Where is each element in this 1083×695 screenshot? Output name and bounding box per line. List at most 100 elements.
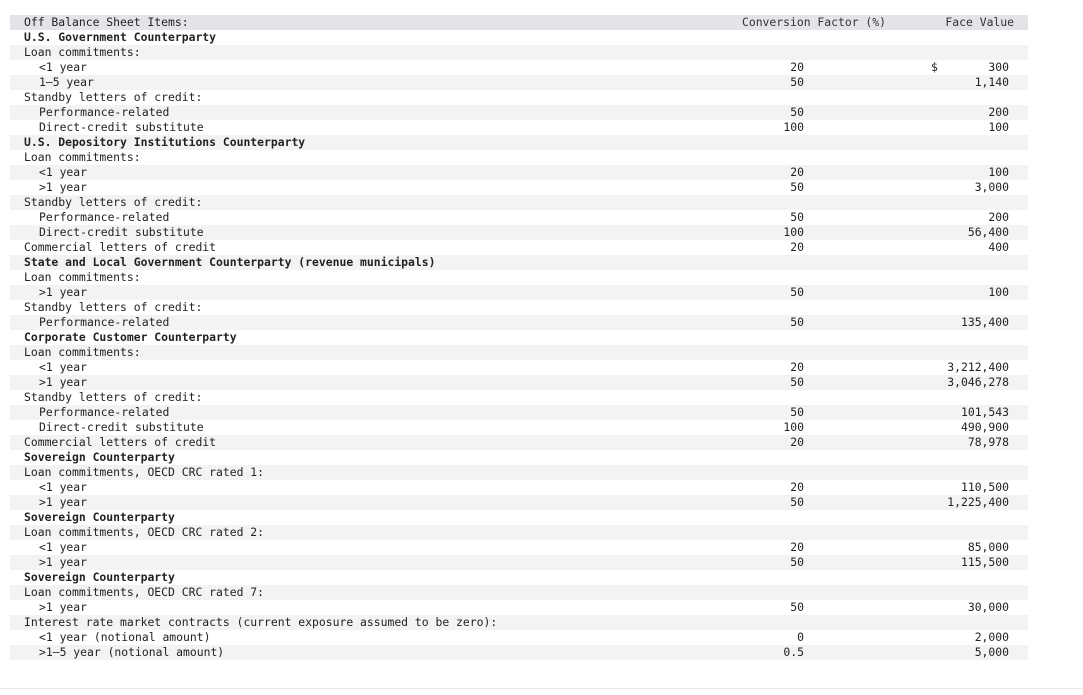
table-row: U.S. Government Counterparty xyxy=(10,30,1028,45)
table-body: U.S. Government Counterparty Loan commitm… xyxy=(10,30,1028,660)
conversion-factor-cell: 50 xyxy=(790,375,804,389)
table-row: Sovereign Counterparty xyxy=(10,570,1028,585)
table-row: Standby letters of credit: xyxy=(10,195,1028,210)
row-label: <1 year (notional amount) xyxy=(39,630,211,644)
currency-symbol: $ xyxy=(931,60,938,74)
table-row: Commercial letters of credit 20 400 xyxy=(10,240,1028,255)
table-row: Loan commitments: xyxy=(10,345,1028,360)
table-row: Standby letters of credit: xyxy=(10,390,1028,405)
conversion-factor-cell: 50 xyxy=(790,285,804,299)
conversion-factor-cell: 0 xyxy=(797,630,804,644)
conversion-factor-cell: 50 xyxy=(790,315,804,329)
row-label: Loan commitments, OECD CRC rated 1: xyxy=(24,465,265,479)
face-value-cell: 3,046,278 xyxy=(947,375,1009,389)
table-row: Performance-related 50 200 xyxy=(10,105,1028,120)
conversion-factor-cell: 20 xyxy=(790,165,804,179)
conversion-factor-cell: 20 xyxy=(790,540,804,554)
row-label: <1 year xyxy=(39,480,88,494)
conversion-factor-cell: 0.5 xyxy=(783,645,804,659)
table-row: Commercial letters of credit 20 78,978 xyxy=(10,435,1028,450)
row-label: Direct-credit substitute xyxy=(39,225,204,239)
table-row: Direct-credit substitute 100 56,400 xyxy=(10,225,1028,240)
row-label: >1 year xyxy=(39,285,88,299)
conversion-factor-cell: 100 xyxy=(783,225,804,239)
conversion-factor-cell: 100 xyxy=(783,120,804,134)
face-value-cell: 101,543 xyxy=(960,405,1009,419)
row-label: Loan commitments: xyxy=(24,45,141,59)
face-value-cell: 200 xyxy=(988,210,1009,224)
table-row: Sovereign Counterparty xyxy=(10,450,1028,465)
face-value-cell: 100 xyxy=(988,285,1009,299)
table-row: Direct-credit substitute 100 100 xyxy=(10,120,1028,135)
face-value-cell: 490,900 xyxy=(960,420,1009,434)
face-value-cell: 1,225,400 xyxy=(947,495,1009,509)
table-row: U.S. Depository Institutions Counterpart… xyxy=(10,135,1028,150)
table-row: Corporate Customer Counterparty xyxy=(10,330,1028,345)
face-value-cell: 135,400 xyxy=(960,315,1009,329)
face-value-cell: 5,000 xyxy=(974,645,1009,659)
face-value-cell: 3,212,400 xyxy=(947,360,1009,374)
table-row: Loan commitments, OECD CRC rated 1: xyxy=(10,465,1028,480)
conversion-factor-cell: 50 xyxy=(790,405,804,419)
face-value-cell: 2,000 xyxy=(974,630,1009,644)
divider xyxy=(0,688,1083,689)
table-row: <1 year 20 110,500 xyxy=(10,480,1028,495)
section-heading: Sovereign Counterparty xyxy=(24,510,175,524)
table-row: Standby letters of credit: xyxy=(10,90,1028,105)
row-label: >1 year xyxy=(39,555,88,569)
row-label: Standby letters of credit: xyxy=(24,300,203,314)
table-row: Loan commitments, OECD CRC rated 2: xyxy=(10,525,1028,540)
face-value-cell: 85,000 xyxy=(967,540,1009,554)
row-label: Loan commitments: xyxy=(24,150,141,164)
conversion-factor-cell: 20 xyxy=(790,480,804,494)
face-value-cell: 200 xyxy=(988,105,1009,119)
table-row: >1 year 50 3,000 xyxy=(10,180,1028,195)
row-label: 1–5 year xyxy=(39,75,94,89)
row-label: Commercial letters of credit xyxy=(24,240,217,254)
table-row: <1 year 20 85,000 xyxy=(10,540,1028,555)
conversion-factor-cell: 50 xyxy=(790,495,804,509)
table-row: Direct-credit substitute 100 490,900 xyxy=(10,420,1028,435)
face-value-cell: 100 xyxy=(988,165,1009,179)
row-label: Interest rate market contracts (current … xyxy=(24,615,498,629)
conversion-factor-cell: 50 xyxy=(790,75,804,89)
conversion-factor-column-header: Conversion Factor (%) xyxy=(741,15,886,29)
face-value-cell: 400 xyxy=(988,240,1009,254)
row-label: Loan commitments: xyxy=(24,270,141,284)
row-label: Performance-related xyxy=(39,105,170,119)
conversion-factor-cell: 20 xyxy=(790,240,804,254)
conversion-factor-cell: 50 xyxy=(790,600,804,614)
table-row: State and Local Government Counterparty … xyxy=(10,255,1028,270)
row-label: >1 year xyxy=(39,180,88,194)
face-value-cell: 300 xyxy=(988,60,1009,74)
conversion-factor-cell: 20 xyxy=(790,435,804,449)
table-row: >1 year 50 30,000 xyxy=(10,600,1028,615)
row-label: <1 year xyxy=(39,60,88,74)
conversion-factor-cell: 20 xyxy=(790,60,804,74)
items-column-header: Off Balance Sheet Items: xyxy=(24,15,189,29)
row-label: >1 year xyxy=(39,495,88,509)
row-label: >1 year xyxy=(39,375,88,389)
face-value-cell: 100 xyxy=(988,120,1009,134)
conversion-factor-cell: 100 xyxy=(783,420,804,434)
face-value-cell: 78,978 xyxy=(967,435,1009,449)
table-row: <1 year (notional amount) 0 2,000 xyxy=(10,630,1028,645)
conversion-factor-cell: 50 xyxy=(790,180,804,194)
row-label: >1 year xyxy=(39,600,88,614)
row-label: Performance-related xyxy=(39,405,170,419)
row-label: <1 year xyxy=(39,540,88,554)
table-row: <1 year 20 3,212,400 xyxy=(10,360,1028,375)
section-heading: U.S. Government Counterparty xyxy=(24,30,217,44)
face-value-cell: 110,500 xyxy=(960,480,1009,494)
row-label: Loan commitments, OECD CRC rated 7: xyxy=(24,585,265,599)
face-value-cell: 1,140 xyxy=(974,75,1009,89)
row-label: Direct-credit substitute xyxy=(39,120,204,134)
table-header-row: Off Balance Sheet Items: Conversion Fact… xyxy=(10,15,1028,30)
row-label: Commercial letters of credit xyxy=(24,435,217,449)
row-label: Standby letters of credit: xyxy=(24,90,203,104)
table-row: Loan commitments: xyxy=(10,45,1028,60)
table-row: Interest rate market contracts (current … xyxy=(10,615,1028,630)
table-row: <1 year 20 100 xyxy=(10,165,1028,180)
face-value-cell: 3,000 xyxy=(974,180,1009,194)
table-row: Loan commitments: xyxy=(10,270,1028,285)
